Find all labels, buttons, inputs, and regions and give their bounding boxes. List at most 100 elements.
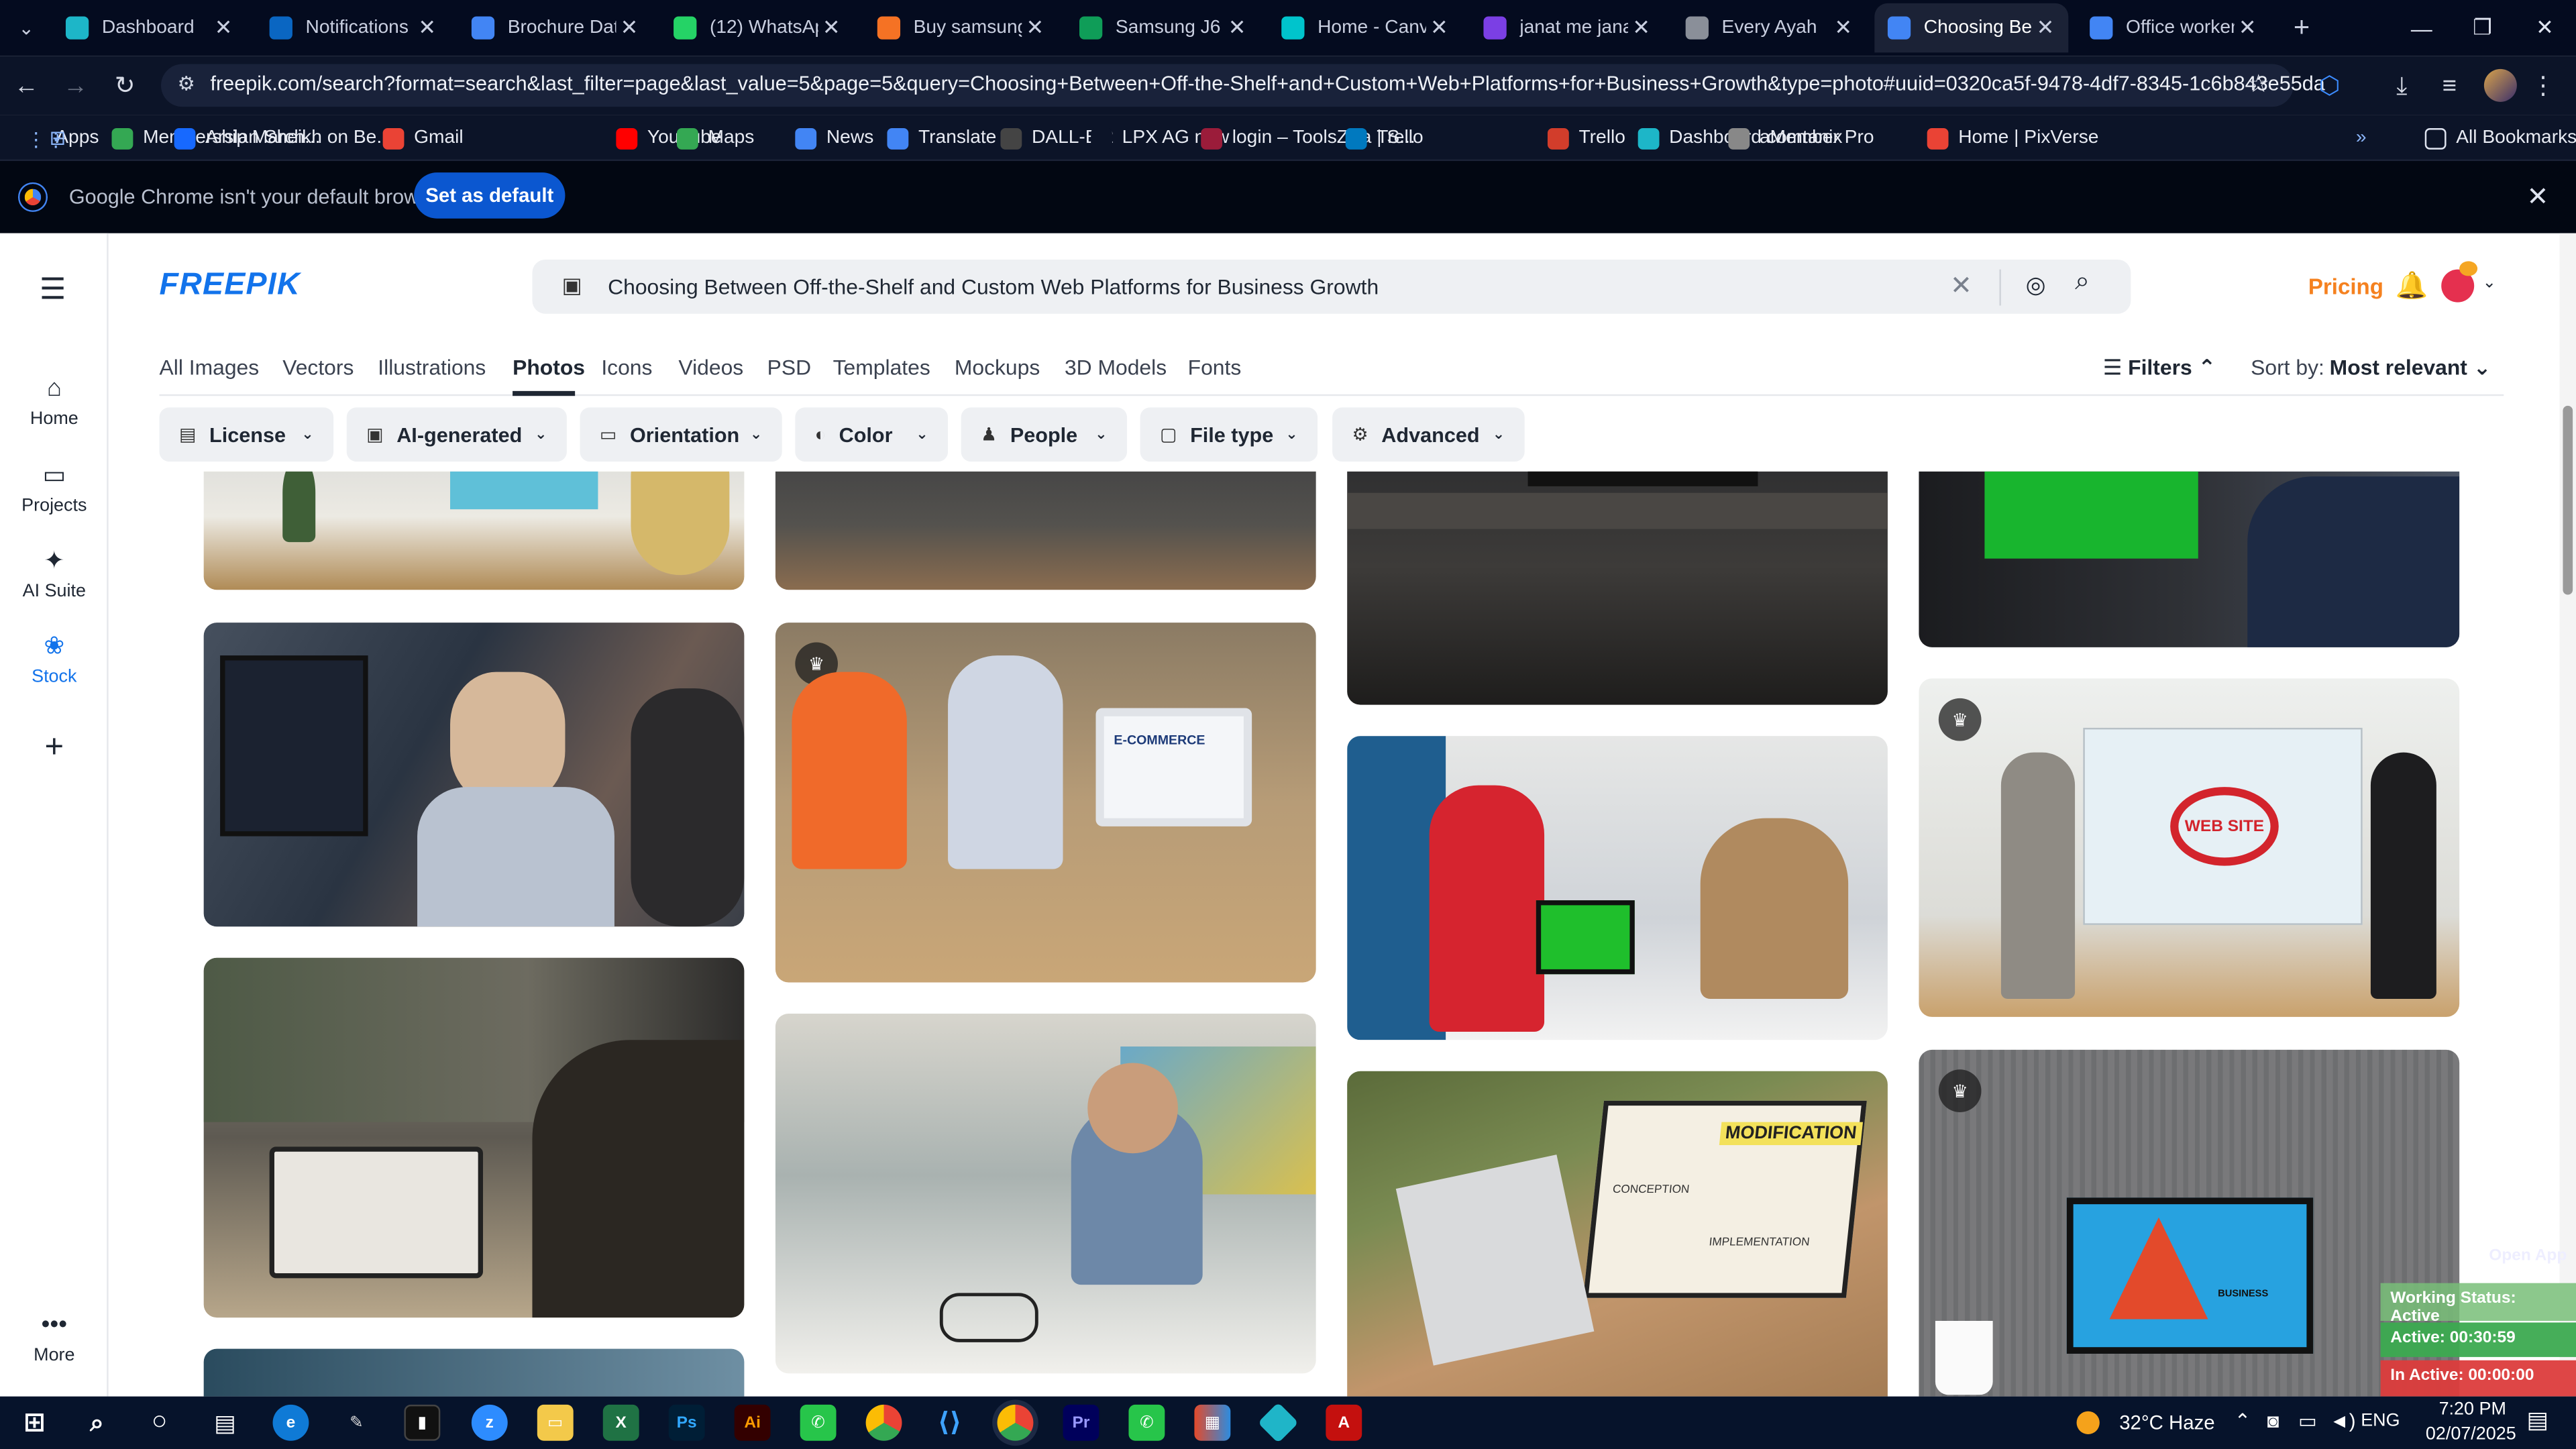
photo-card[interactable] xyxy=(203,1348,745,1397)
photo-card[interactable] xyxy=(775,471,1316,590)
chrome-icon[interactable] xyxy=(865,1404,902,1441)
search-icon[interactable]: ⌕ xyxy=(2075,268,2090,297)
close-tab-icon[interactable]: ✕ xyxy=(818,15,845,41)
search-bar[interactable]: ▣ Choosing Between Off-the-Shelf and Cus… xyxy=(532,259,2131,314)
forward-button[interactable]: → xyxy=(59,69,92,102)
bell-icon[interactable]: 🔔 xyxy=(2396,270,2428,303)
sidenav-stock[interactable]: ❀ Stock xyxy=(0,631,109,687)
freepik-logo[interactable]: FREEPIK xyxy=(160,268,301,304)
network-icon[interactable]: ▭ xyxy=(2298,1409,2317,1432)
photo-card[interactable] xyxy=(1347,471,1888,705)
camera-search-icon[interactable]: ◎ xyxy=(2026,271,2046,299)
browser-tab[interactable]: Every Ayah ✕ xyxy=(1672,3,1866,52)
sidenav-home[interactable]: ⌂ Home xyxy=(0,374,109,429)
category-tab[interactable]: Illustrations xyxy=(378,355,486,380)
bookmarks-overflow-icon[interactable]: » xyxy=(2356,123,2367,153)
browser-tab[interactable]: Office worker ✕ xyxy=(2077,3,2271,52)
browser-tab[interactable]: Choosing Betw✕ xyxy=(1874,3,2069,53)
site-info-icon[interactable]: ⚙ xyxy=(177,72,195,95)
edge-icon[interactable]: e xyxy=(272,1404,309,1441)
category-tab[interactable]: PSD xyxy=(767,355,811,380)
category-tab[interactable]: Fonts xyxy=(1188,355,1242,380)
language-indicator[interactable]: ENG xyxy=(2361,1411,2400,1431)
back-button[interactable]: ← xyxy=(10,69,43,102)
tab-search-menu[interactable]: ⌄ xyxy=(7,3,46,52)
category-tab[interactable]: Templates xyxy=(833,355,930,380)
close-tab-icon[interactable]: ✕ xyxy=(414,15,440,41)
sidenav-more[interactable]: ••• More xyxy=(0,1311,109,1365)
phone-app-icon[interactable]: ✆ xyxy=(800,1404,837,1441)
chevron-down-icon[interactable]: ⌄ xyxy=(2482,274,2496,292)
extension-icon[interactable]: ⬡ xyxy=(2313,69,2346,102)
sidenav-ai-suite[interactable]: ✦ AI Suite xyxy=(0,545,109,602)
bookmark-item[interactable]: Maps xyxy=(676,123,754,153)
bookmark-item[interactable]: News xyxy=(795,123,873,153)
window-close-icon[interactable]: ✕ xyxy=(2514,0,2576,56)
photoshop-icon[interactable]: Ps xyxy=(668,1404,705,1441)
photo-card[interactable] xyxy=(203,623,745,927)
messaging-icon[interactable]: ✆ xyxy=(1128,1404,1165,1441)
close-tab-icon[interactable]: ✕ xyxy=(1426,15,1452,41)
filters-toggle[interactable]: ☰ Filters ⌃ xyxy=(2103,355,2216,381)
file-explorer-icon[interactable]: ▭ xyxy=(537,1404,574,1441)
bookmark-item[interactable]: Gmail xyxy=(382,123,464,153)
all-bookmarks[interactable]: All Bookmarks xyxy=(2424,123,2576,153)
bookmark-item[interactable]: Translate xyxy=(887,123,996,153)
browser-tab[interactable]: Notifications | ✕ xyxy=(256,3,450,52)
search-input[interactable]: Choosing Between Off-the-Shelf and Custo… xyxy=(608,274,1379,299)
filter-chip[interactable]: ⚙ Advanced ⌄ xyxy=(1332,407,1525,462)
hamburger-menu-icon[interactable]: ☰ xyxy=(40,273,66,307)
browser-tab[interactable]: Brochure Data✕ xyxy=(458,3,652,52)
category-tab[interactable]: Videos xyxy=(678,355,743,380)
sidenav-projects[interactable]: ▭ Projects xyxy=(0,460,109,516)
filter-chip[interactable]: ♟ People ⌄ xyxy=(961,407,1128,462)
clock-time[interactable]: 7:20 PM xyxy=(2425,1400,2520,1419)
browser-menu-icon[interactable]: ⋮ xyxy=(2527,69,2560,102)
bookmark-item[interactable]: Trello xyxy=(1345,123,1424,153)
grid-app-icon[interactable]: ▦ xyxy=(1194,1404,1231,1441)
chrome-active-icon[interactable] xyxy=(997,1404,1034,1441)
filter-chip[interactable]: ▢ File type ⌄ xyxy=(1140,407,1318,462)
open-app-link[interactable]: Open App xyxy=(2489,1247,2567,1265)
restore-icon[interactable]: ❐ xyxy=(2451,0,2514,56)
photo-card[interactable] xyxy=(203,957,745,1318)
clock-date[interactable]: 02/07/2025 xyxy=(2416,1424,2525,1444)
photo-card[interactable]: ♛ BUSINESS xyxy=(1919,1049,2460,1397)
filter-chip[interactable]: ▭ Orientation ⌄ xyxy=(580,407,782,462)
terminal-icon[interactable]: ▮ xyxy=(404,1404,441,1441)
bookmark-item[interactable]: Arslan Sheikh on Be... xyxy=(174,123,392,153)
search-icon[interactable]: ⌕ xyxy=(79,1405,115,1441)
new-tab-button[interactable]: + xyxy=(2287,3,2316,52)
photo-card[interactable] xyxy=(775,1014,1316,1374)
close-tab-icon[interactable]: ✕ xyxy=(1830,15,1856,41)
filter-chip[interactable]: ▤ License ⌄ xyxy=(159,407,334,462)
browser-tab[interactable]: Buy samsung g✕ xyxy=(864,3,1058,52)
browser-tab[interactable]: Home - Canva✕ xyxy=(1269,3,1462,52)
category-tab[interactable]: Photos xyxy=(513,355,585,380)
excel-icon[interactable]: X xyxy=(602,1404,639,1441)
close-tab-icon[interactable]: ✕ xyxy=(210,15,236,41)
sidenav-add-button[interactable]: + xyxy=(0,729,109,767)
cortana-icon[interactable]: ○ xyxy=(142,1405,178,1441)
profile-avatar[interactable] xyxy=(2483,68,2517,102)
close-icon[interactable]: ✕ xyxy=(2527,180,2549,213)
start-icon[interactable]: ⊞ xyxy=(16,1405,52,1441)
bookmark-item[interactable]: aMember Pro xyxy=(1728,123,1874,153)
photo-card[interactable]: ♛ E-COMMERCE xyxy=(775,623,1316,983)
page-scrollbar[interactable] xyxy=(2559,233,2576,1397)
task-view-icon[interactable]: ▤ xyxy=(207,1405,244,1441)
acrobat-icon[interactable]: A xyxy=(1326,1404,1362,1441)
bookmark-star-icon[interactable]: ☆ xyxy=(2247,69,2269,99)
browser-tab[interactable]: (12) WhatsApp✕ xyxy=(660,3,854,52)
clear-search-icon[interactable]: ✕ xyxy=(1950,270,1972,303)
reload-button[interactable]: ↻ xyxy=(109,69,142,102)
photo-card[interactable] xyxy=(1347,736,1888,1040)
set-as-default-button[interactable]: Set as default xyxy=(414,172,566,219)
browser-tab[interactable]: janat me jana ✕ xyxy=(1470,3,1664,52)
pricing-link[interactable]: Pricing xyxy=(2308,274,2383,299)
sort-dropdown[interactable]: Most relevant ⌄ xyxy=(2330,355,2491,381)
photo-card[interactable] xyxy=(1919,471,2460,647)
close-tab-icon[interactable]: ✕ xyxy=(2235,15,2261,41)
bookmark-item[interactable]: Home | PixVerse xyxy=(1927,123,2098,153)
minimize-icon[interactable]: — xyxy=(2390,0,2453,56)
